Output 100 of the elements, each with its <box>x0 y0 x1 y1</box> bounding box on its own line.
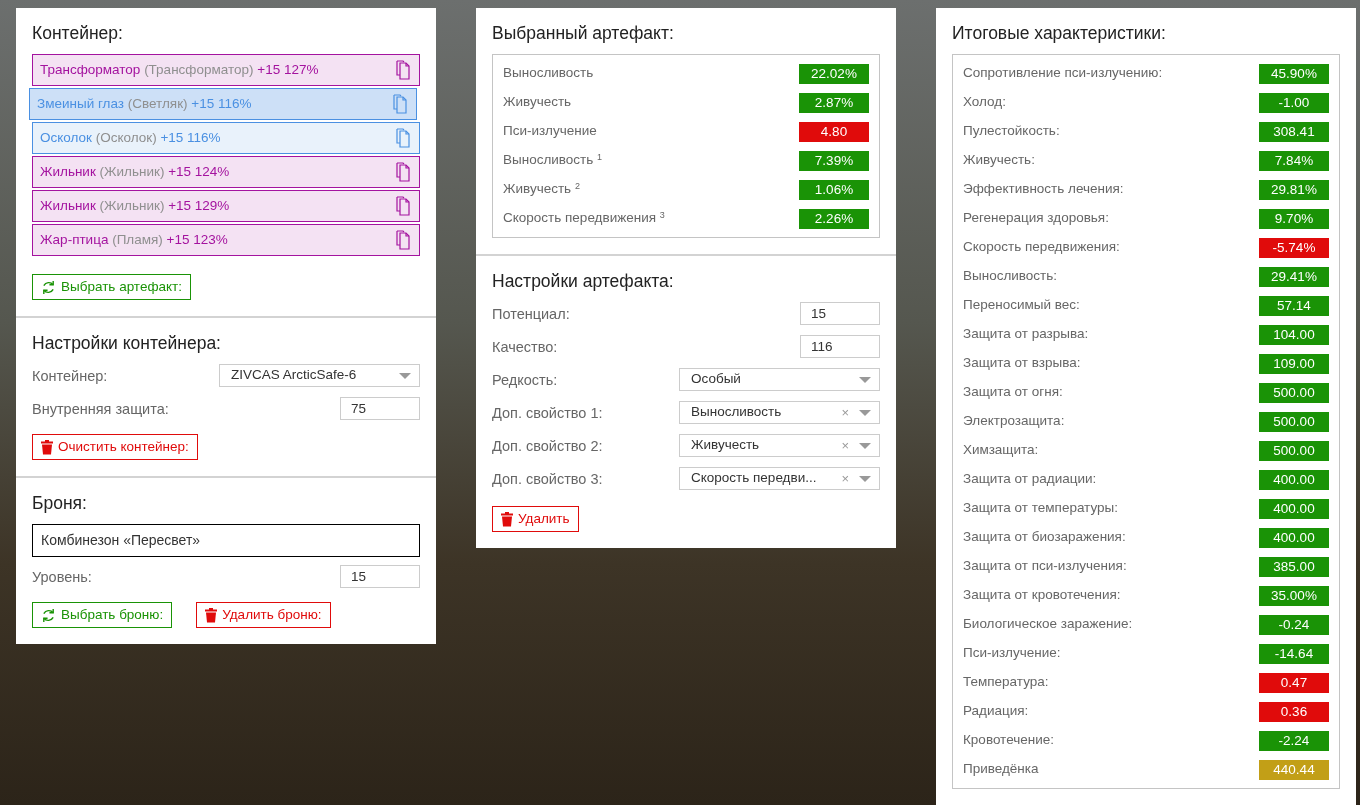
stat-name: Живучесть $^{2}$ <box>503 179 580 199</box>
artifact-item[interactable]: Трансформатор (Трансформатор) +15 127% <box>32 54 420 86</box>
trash-icon <box>501 511 513 527</box>
stat-name: Переносимый вес: <box>963 296 1080 315</box>
dropdown[interactable]: Живучесть × <box>679 434 880 457</box>
trash-icon <box>205 607 218 623</box>
stat-value: 0.47 <box>1259 672 1329 693</box>
artifact-item[interactable]: Осколок (Осколок) +15 116% <box>32 122 420 154</box>
copy-icon <box>395 196 413 216</box>
field-label: Контейнер: <box>32 367 108 386</box>
stat-value: 400.00 <box>1259 527 1329 548</box>
stat-value: 4.80 <box>799 121 869 142</box>
stat-name: Защита от взрыва: <box>963 354 1081 373</box>
field-label: Внутренняя защита: <box>32 400 169 419</box>
stat-value: 400.00 <box>1259 498 1329 519</box>
section-title: Настройки артефакта: <box>492 270 675 292</box>
stat-value: 2.26% <box>799 208 869 229</box>
armor-name-field[interactable]: Комбинезон «Пересвет» <box>32 524 420 557</box>
artifact-item[interactable]: Жильник (Жильник) +15 124% <box>32 156 420 188</box>
stat-name: Живучесть: <box>963 151 1035 170</box>
select-button[interactable]: Выбрать артефакт: <box>32 274 191 300</box>
stat-value: 45.90% <box>1259 63 1329 84</box>
trash-icon <box>41 439 53 455</box>
stat-value: -5.74% <box>1259 237 1329 258</box>
stat-name: Биологическое заражение: <box>963 615 1133 634</box>
select-button[interactable]: Выбрать броню: <box>32 602 173 628</box>
stat-name: Скорость передвижения $^{3}$ <box>503 208 665 228</box>
refresh-icon <box>41 607 56 623</box>
stat-name: Выносливость: <box>963 267 1058 286</box>
field-label: Доп. свойство 2: <box>492 437 603 456</box>
field-label: Уровень: <box>32 568 92 587</box>
dropdown[interactable]: ZIVCAS ArcticSafe-6 <box>219 364 420 387</box>
stat-name: Пси-излучение: <box>963 644 1061 663</box>
stat-name: Защита от огня: <box>963 383 1063 402</box>
dropdown[interactable]: Скорость передви... × <box>679 467 880 490</box>
stat-value: 400.00 <box>1259 469 1329 490</box>
stat-value: -1.00 <box>1259 92 1329 113</box>
stat-name: Защита от кровотечения: <box>963 586 1121 605</box>
stat-name: Защита от радиации: <box>963 470 1097 489</box>
stat-name: Скорость передвижения: <box>963 238 1120 257</box>
stat-name: Эффективность лечения: <box>963 180 1124 199</box>
input-field[interactable]: 75 <box>340 397 420 420</box>
copy-icon <box>395 128 413 148</box>
field-label: Доп. свойство 3: <box>492 470 603 489</box>
stat-value: 29.41% <box>1259 266 1329 287</box>
input-field[interactable]: 15 <box>800 302 880 325</box>
dropdown[interactable]: Выносливость × <box>679 401 880 424</box>
stat-value: 1.06% <box>799 179 869 200</box>
caret-icon <box>399 372 411 379</box>
stat-value: 308.41 <box>1259 121 1329 142</box>
artifact-item[interactable]: Жар-птица (Пламя) +15 123% <box>32 224 420 256</box>
clear-icon[interactable]: × <box>841 468 849 489</box>
stat-value: 7.39% <box>799 150 869 171</box>
section-title: Настройки контейнера: <box>32 332 222 354</box>
stat-name: Защита от разрыва: <box>963 325 1089 344</box>
refresh-icon <box>41 279 56 295</box>
clear-icon[interactable]: × <box>841 402 849 423</box>
stat-value: 500.00 <box>1259 440 1329 461</box>
copy-icon <box>395 162 413 182</box>
stat-name: Пси-излучение <box>503 122 597 141</box>
stat-value: -14.64 <box>1259 643 1329 664</box>
stat-value: 109.00 <box>1259 353 1329 374</box>
stat-name: Кровотечение: <box>963 731 1054 750</box>
caret-icon <box>859 409 871 416</box>
copy-icon <box>392 94 410 114</box>
copy-icon <box>395 230 413 250</box>
stat-value: 7.84% <box>1259 150 1329 171</box>
delete-button[interactable]: Очистить контейнер: <box>32 434 198 460</box>
stat-name: Радиация: <box>963 702 1029 721</box>
dropdown[interactable]: Особый <box>679 368 880 391</box>
stat-value: 500.00 <box>1259 411 1329 432</box>
stat-value: -2.24 <box>1259 730 1329 751</box>
stat-value: 9.70% <box>1259 208 1329 229</box>
stat-name: Защита от биозаражения: <box>963 528 1126 547</box>
section-title: Броня: <box>32 492 88 514</box>
stat-value: 500.00 <box>1259 382 1329 403</box>
input-field[interactable]: 15 <box>340 565 420 588</box>
section-title: Выбранный артефакт: <box>492 22 675 44</box>
stat-name: Регенерация здоровья: <box>963 209 1109 228</box>
stat-name: Выносливость <box>503 64 594 83</box>
section-title: Контейнер: <box>32 22 124 44</box>
field-label: Качество: <box>492 338 558 357</box>
stat-name: Защита от пси-излучения: <box>963 557 1127 576</box>
field-label: Потенциал: <box>492 305 570 324</box>
stat-name: Электрозащита: <box>963 412 1065 431</box>
stat-name: Пулестойкость: <box>963 122 1060 141</box>
caret-icon <box>859 475 871 482</box>
artifact-item[interactable]: Жильник (Жильник) +15 129% <box>32 190 420 222</box>
field-label: Редкость: <box>492 371 558 390</box>
delete-button[interactable]: Удалить броню: <box>196 602 331 628</box>
delete-button[interactable]: Удалить <box>492 506 579 532</box>
stat-value: 29.81% <box>1259 179 1329 200</box>
stat-name: Защита от температуры: <box>963 499 1118 518</box>
stat-name: Холод: <box>963 93 1006 112</box>
field-label: Доп. свойство 1: <box>492 404 603 423</box>
input-field[interactable]: 116 <box>800 335 880 358</box>
stat-value: 440.44 <box>1259 759 1329 780</box>
stat-value: -0.24 <box>1259 614 1329 635</box>
clear-icon[interactable]: × <box>841 435 849 456</box>
stat-name: Температура: <box>963 673 1049 692</box>
